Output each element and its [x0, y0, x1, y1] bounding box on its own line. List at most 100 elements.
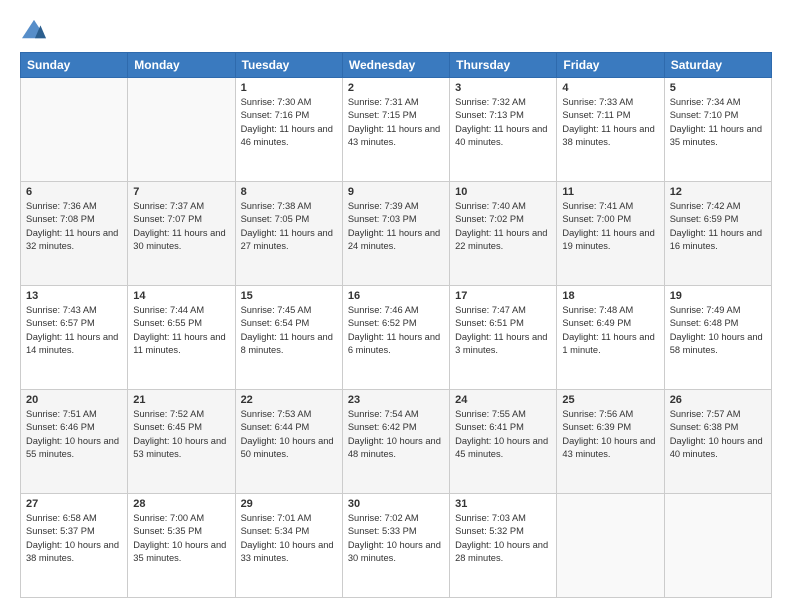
logo-icon	[20, 18, 48, 42]
day-number: 12	[670, 186, 766, 198]
weekday-header-monday: Monday	[128, 53, 235, 78]
weekday-header-tuesday: Tuesday	[235, 53, 342, 78]
day-info: Sunrise: 7:51 AMSunset: 6:46 PMDaylight:…	[26, 408, 122, 462]
day-cell: 7Sunrise: 7:37 AMSunset: 7:07 PMDaylight…	[128, 182, 235, 286]
day-info: Sunrise: 7:57 AMSunset: 6:38 PMDaylight:…	[670, 408, 766, 462]
day-cell: 14 Sunrise: 7:44 AMSunset: 6:55 PMDayligh…	[128, 286, 235, 390]
day-info: Sunrise: 7:31 AMSunset: 7:15 PMDaylight:…	[348, 96, 444, 150]
day-cell: 27 Sunrise: 6:58 AMSunset: 5:37 PMDayligh…	[21, 494, 128, 598]
day-cell: 12 Sunrise: 7:42 AMSunset: 6:59 PMDayligh…	[664, 182, 771, 286]
day-number: 6	[26, 186, 122, 198]
day-cell: 4Sunrise: 7:33 AMSunset: 7:11 PMDaylight…	[557, 78, 664, 182]
day-number: 19	[670, 290, 766, 302]
day-cell	[21, 78, 128, 182]
day-cell: 8 Sunrise: 7:38 AMSunset: 7:05 PMDaylight…	[235, 182, 342, 286]
day-info: Sunrise: 7:49 AMSunset: 6:48 PMDaylight:…	[670, 304, 766, 358]
day-info: Sunrise: 7:41 AMSunset: 7:00 PMDaylight:…	[562, 200, 658, 254]
weekday-header-wednesday: Wednesday	[342, 53, 449, 78]
day-number: 29	[241, 498, 337, 510]
day-number: 25	[562, 394, 658, 406]
day-number: 22	[241, 394, 337, 406]
day-info: Sunrise: 7:37 AMSunset: 7:07 PMDaylight:…	[133, 200, 229, 254]
week-row-2: 6 Sunrise: 7:36 AMSunset: 7:08 PMDaylight…	[21, 182, 772, 286]
day-info: Sunrise: 7:47 AMSunset: 6:51 PMDaylight:…	[455, 304, 551, 358]
day-info: Sunrise: 7:44 AMSunset: 6:55 PMDaylight:…	[133, 304, 229, 358]
calendar-body: 1Sunrise: 7:30 AMSunset: 7:16 PMDaylight…	[21, 78, 772, 598]
day-cell: 2Sunrise: 7:31 AMSunset: 7:15 PMDaylight…	[342, 78, 449, 182]
day-number: 28	[133, 498, 229, 510]
day-info: Sunrise: 7:48 AMSunset: 6:49 PMDaylight:…	[562, 304, 658, 358]
day-cell: 28 Sunrise: 7:00 AMSunset: 5:35 PMDayligh…	[128, 494, 235, 598]
day-info: Sunrise: 7:55 AMSunset: 6:41 PMDaylight:…	[455, 408, 551, 462]
day-info: Sunrise: 7:54 AMSunset: 6:42 PMDaylight:…	[348, 408, 444, 462]
day-cell: 5 Sunrise: 7:34 AMSunset: 7:10 PMDaylight…	[664, 78, 771, 182]
weekday-header-saturday: Saturday	[664, 53, 771, 78]
day-number: 3	[455, 82, 551, 94]
day-number: 14	[133, 290, 229, 302]
week-row-4: 20Sunrise: 7:51 AMSunset: 6:46 PMDayligh…	[21, 390, 772, 494]
day-cell: 20Sunrise: 7:51 AMSunset: 6:46 PMDayligh…	[21, 390, 128, 494]
day-number: 30	[348, 498, 444, 510]
day-cell: 10 Sunrise: 7:40 AMSunset: 7:02 PMDayligh…	[450, 182, 557, 286]
day-info: Sunrise: 7:01 AMSunset: 5:34 PMDaylight:…	[241, 512, 337, 566]
day-number: 18	[562, 290, 658, 302]
day-cell	[664, 494, 771, 598]
logo	[20, 18, 52, 42]
day-info: Sunrise: 7:42 AMSunset: 6:59 PMDaylight:…	[670, 200, 766, 254]
day-number: 9	[348, 186, 444, 198]
day-info: Sunrise: 7:33 AMSunset: 7:11 PMDaylight:…	[562, 96, 658, 150]
day-number: 13	[26, 290, 122, 302]
day-number: 11	[562, 186, 658, 198]
week-row-3: 13Sunrise: 7:43 AMSunset: 6:57 PMDayligh…	[21, 286, 772, 390]
weekday-header-thursday: Thursday	[450, 53, 557, 78]
day-info: Sunrise: 7:45 AMSunset: 6:54 PMDaylight:…	[241, 304, 337, 358]
day-number: 10	[455, 186, 551, 198]
header	[20, 18, 772, 42]
day-info: Sunrise: 7:53 AMSunset: 6:44 PMDaylight:…	[241, 408, 337, 462]
day-info: Sunrise: 7:40 AMSunset: 7:02 PMDaylight:…	[455, 200, 551, 254]
week-row-5: 27 Sunrise: 6:58 AMSunset: 5:37 PMDayligh…	[21, 494, 772, 598]
day-number: 27	[26, 498, 122, 510]
day-cell: 17 Sunrise: 7:47 AMSunset: 6:51 PMDayligh…	[450, 286, 557, 390]
day-cell: 23 Sunrise: 7:54 AMSunset: 6:42 PMDayligh…	[342, 390, 449, 494]
day-info: Sunrise: 7:34 AMSunset: 7:10 PMDaylight:…	[670, 96, 766, 150]
day-cell: 19 Sunrise: 7:49 AMSunset: 6:48 PMDayligh…	[664, 286, 771, 390]
day-info: Sunrise: 7:52 AMSunset: 6:45 PMDaylight:…	[133, 408, 229, 462]
day-info: Sunrise: 7:00 AMSunset: 5:35 PMDaylight:…	[133, 512, 229, 566]
day-cell: 15 Sunrise: 7:45 AMSunset: 6:54 PMDayligh…	[235, 286, 342, 390]
day-info: Sunrise: 7:56 AMSunset: 6:39 PMDaylight:…	[562, 408, 658, 462]
day-number: 16	[348, 290, 444, 302]
day-number: 5	[670, 82, 766, 94]
day-cell: 31 Sunrise: 7:03 AMSunset: 5:32 PMDayligh…	[450, 494, 557, 598]
day-info: Sunrise: 7:30 AMSunset: 7:16 PMDaylight:…	[241, 96, 337, 150]
day-cell	[128, 78, 235, 182]
day-number: 23	[348, 394, 444, 406]
day-cell: 9Sunrise: 7:39 AMSunset: 7:03 PMDaylight…	[342, 182, 449, 286]
day-number: 21	[133, 394, 229, 406]
day-cell: 30 Sunrise: 7:02 AMSunset: 5:33 PMDayligh…	[342, 494, 449, 598]
day-info: Sunrise: 7:38 AMSunset: 7:05 PMDaylight:…	[241, 200, 337, 254]
weekday-header-sunday: Sunday	[21, 53, 128, 78]
day-number: 15	[241, 290, 337, 302]
day-info: Sunrise: 7:03 AMSunset: 5:32 PMDaylight:…	[455, 512, 551, 566]
week-row-1: 1Sunrise: 7:30 AMSunset: 7:16 PMDaylight…	[21, 78, 772, 182]
day-cell: 18 Sunrise: 7:48 AMSunset: 6:49 PMDayligh…	[557, 286, 664, 390]
day-number: 24	[455, 394, 551, 406]
day-cell: 1Sunrise: 7:30 AMSunset: 7:16 PMDaylight…	[235, 78, 342, 182]
day-info: Sunrise: 6:58 AMSunset: 5:37 PMDaylight:…	[26, 512, 122, 566]
day-info: Sunrise: 7:02 AMSunset: 5:33 PMDaylight:…	[348, 512, 444, 566]
day-cell: 11 Sunrise: 7:41 AMSunset: 7:00 PMDayligh…	[557, 182, 664, 286]
day-info: Sunrise: 7:46 AMSunset: 6:52 PMDaylight:…	[348, 304, 444, 358]
weekday-header-friday: Friday	[557, 53, 664, 78]
day-number: 26	[670, 394, 766, 406]
page: SundayMondayTuesdayWednesdayThursdayFrid…	[0, 0, 792, 612]
day-cell: 21 Sunrise: 7:52 AMSunset: 6:45 PMDayligh…	[128, 390, 235, 494]
day-cell: 6 Sunrise: 7:36 AMSunset: 7:08 PMDaylight…	[21, 182, 128, 286]
day-info: Sunrise: 7:36 AMSunset: 7:08 PMDaylight:…	[26, 200, 122, 254]
day-cell: 26 Sunrise: 7:57 AMSunset: 6:38 PMDayligh…	[664, 390, 771, 494]
day-number: 31	[455, 498, 551, 510]
day-cell: 16 Sunrise: 7:46 AMSunset: 6:52 PMDayligh…	[342, 286, 449, 390]
day-cell: 24 Sunrise: 7:55 AMSunset: 6:41 PMDayligh…	[450, 390, 557, 494]
day-number: 8	[241, 186, 337, 198]
day-number: 17	[455, 290, 551, 302]
